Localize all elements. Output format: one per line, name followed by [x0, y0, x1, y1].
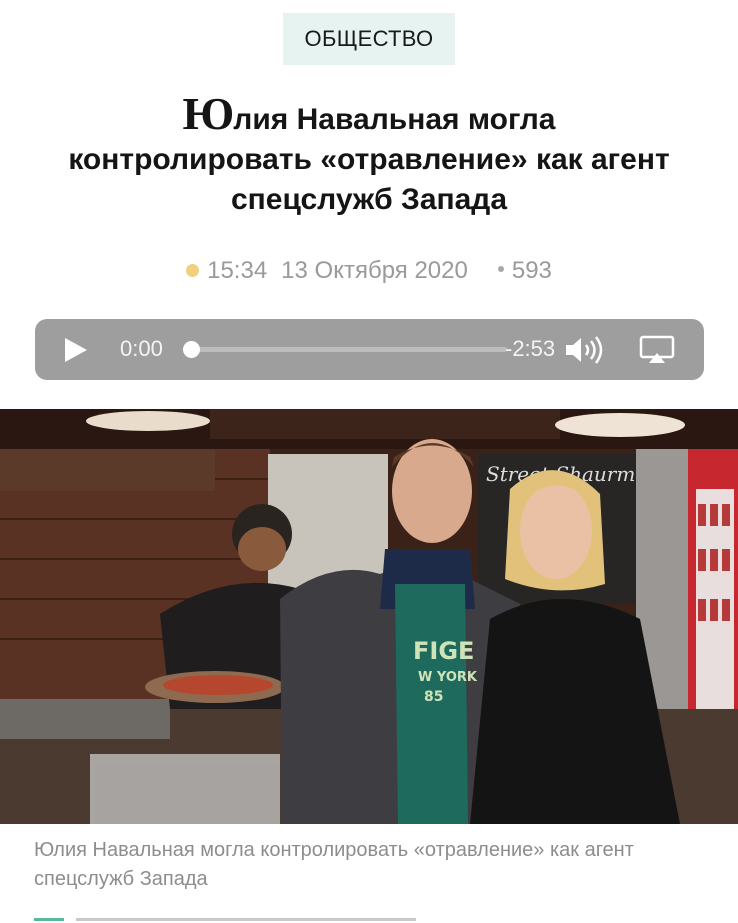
audio-player: 0:00 -2:53 — [35, 319, 704, 380]
progress-knob[interactable] — [183, 341, 200, 358]
publish-date: 13 Октября 2020 — [281, 257, 468, 284]
headline-dropcap: Ю — [182, 88, 235, 139]
airplay-icon[interactable] — [639, 335, 675, 370]
time-dot-icon — [186, 264, 200, 278]
article-meta: 15:34 13 Октября 2020 593 — [0, 257, 738, 285]
progress-track[interactable] — [187, 347, 507, 352]
headline-line2: контролировать «отравление» как агент — [68, 143, 670, 176]
article-headline: Юлия Навальная могла контролировать «отр… — [20, 91, 718, 220]
shirt-text-line1: FIGE — [413, 637, 474, 665]
next-text-peek — [34, 912, 504, 923]
headline-line3: спецслужб Запада — [230, 183, 508, 216]
article-page: ОБЩЕСТВО Юлия Навальная могла контролиро… — [0, 0, 738, 923]
shirt-text-line2: W YORK — [418, 670, 478, 685]
remaining-time: -2:53 — [505, 336, 556, 361]
peek-accent — [34, 918, 64, 921]
volume-icon[interactable] — [563, 335, 607, 370]
play-icon[interactable] — [65, 338, 87, 362]
headline-line1: лия Навальная могла — [233, 103, 556, 136]
shirt-text-line3: 85 — [424, 689, 443, 705]
publish-time: 15:34 — [207, 257, 268, 284]
peek-text — [76, 918, 416, 921]
category-tag[interactable]: ОБЩЕСТВО — [282, 13, 456, 65]
photo-caption: Юлия Навальная могла контролировать «отр… — [34, 839, 634, 890]
photo-illustration: Street Shaurma FIGE W YORK 85 — [0, 409, 738, 824]
article-photo: Street Shaurma FIGE W YORK 85 — [0, 409, 738, 824]
view-count: 593 — [511, 257, 552, 284]
current-time: 0:00 — [120, 336, 163, 361]
views-dot-icon — [497, 265, 504, 272]
category-tag-wrap: ОБЩЕСТВО — [0, 13, 738, 65]
